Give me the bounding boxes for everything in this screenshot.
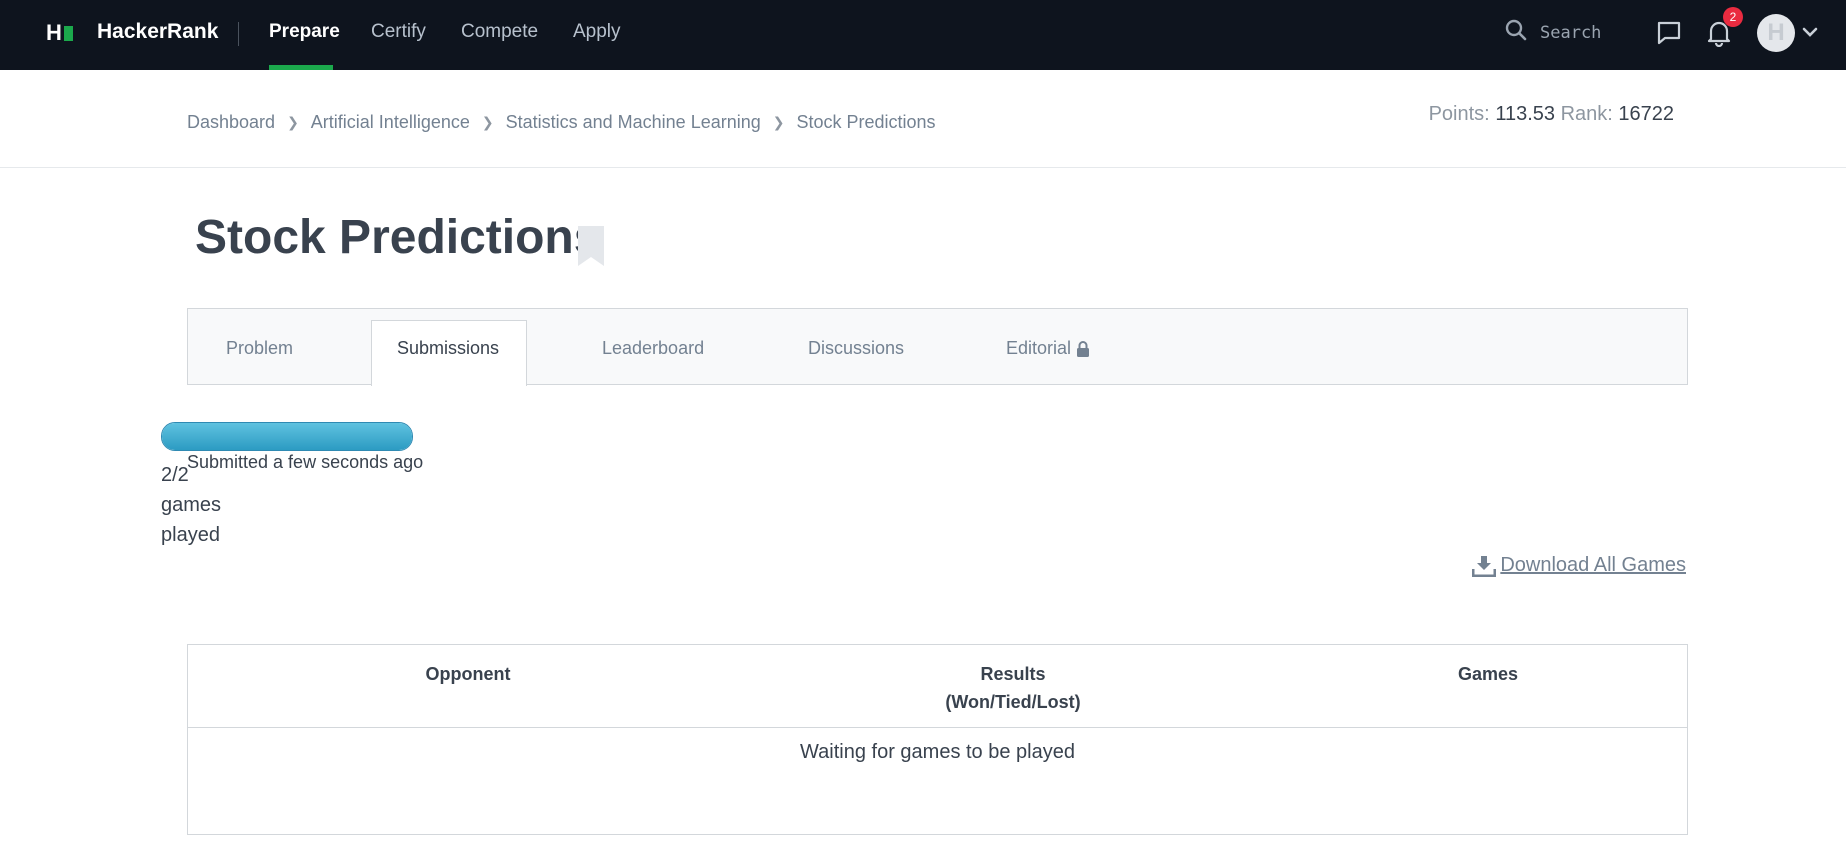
games-progress-bar bbox=[161, 422, 413, 451]
search-box[interactable] bbox=[1504, 18, 1652, 47]
breadcrumb-statistics-ml[interactable]: Statistics and Machine Learning bbox=[506, 112, 761, 133]
lock-icon bbox=[1076, 340, 1090, 357]
tab-submissions[interactable]: Submissions bbox=[397, 338, 499, 359]
column-header-results-label: Results bbox=[980, 664, 1046, 684]
nav-item-certify[interactable]: Certify bbox=[371, 21, 426, 43]
page-title: Stock Predictions bbox=[195, 211, 601, 264]
nav-divider bbox=[238, 22, 239, 46]
chevron-right-icon: ❯ bbox=[481, 114, 494, 130]
brand-name[interactable]: HackerRank bbox=[97, 20, 218, 44]
avatar[interactable]: H bbox=[1757, 14, 1795, 52]
submitted-time: Submitted a few seconds ago bbox=[187, 452, 424, 472]
chevron-right-icon: ❯ bbox=[772, 114, 785, 130]
rank-label: Rank: bbox=[1560, 103, 1613, 125]
column-header-opponent: Opponent bbox=[425, 664, 511, 684]
column-header-results-subtitle: (Won/Tied/Lost) bbox=[945, 692, 1081, 712]
chevron-down-icon[interactable] bbox=[1802, 26, 1818, 44]
games-played-text: 2/2 games played bbox=[161, 464, 222, 546]
tab-discussions[interactable]: Discussions bbox=[808, 338, 904, 359]
download-icon bbox=[1472, 555, 1497, 577]
progress-fill bbox=[162, 423, 412, 450]
column-header-games: Games bbox=[1457, 664, 1519, 684]
nav-item-compete[interactable]: Compete bbox=[461, 21, 538, 43]
challenge-tabs: Problem Submissions Leaderboard Discussi… bbox=[187, 308, 1688, 386]
rank-value: 16722 bbox=[1618, 103, 1674, 125]
notification-badge: 2 bbox=[1723, 7, 1743, 27]
results-table-header: Opponent Results (Won/Tied/Lost) Games bbox=[188, 645, 1687, 728]
breadcrumb-current: Stock Predictions bbox=[796, 112, 936, 132]
bookmark-icon[interactable] bbox=[578, 226, 604, 271]
nav-item-apply[interactable]: Apply bbox=[573, 21, 621, 43]
tab-editorial-label: Editorial bbox=[1006, 338, 1072, 358]
hackerrank-logo[interactable]: H bbox=[46, 20, 73, 46]
breadcrumb-bar: Dashboard ❯ Artificial Intelligence ❯ St… bbox=[0, 70, 1846, 168]
breadcrumb-dashboard[interactable]: Dashboard bbox=[187, 112, 275, 133]
search-icon[interactable] bbox=[1504, 18, 1528, 47]
top-navbar: H HackerRank Prepare Certify Compete App… bbox=[0, 0, 1846, 70]
download-label: Download All Games bbox=[1500, 554, 1686, 576]
tab-problem[interactable]: Problem bbox=[226, 338, 293, 359]
tab-editorial[interactable]: Editorial bbox=[1006, 338, 1090, 359]
download-all-games-link[interactable]: Download All Games bbox=[1472, 554, 1686, 577]
logo-mark-icon: H bbox=[46, 20, 73, 46]
chevron-right-icon: ❯ bbox=[287, 114, 299, 130]
breadcrumb: Dashboard ❯ Artificial Intelligence ❯ St… bbox=[187, 112, 936, 133]
nav-item-prepare[interactable]: Prepare bbox=[269, 21, 340, 43]
tab-leaderboard[interactable]: Leaderboard bbox=[602, 338, 704, 359]
user-stats: Points: 113.53 Rank: 16722 bbox=[1429, 103, 1674, 126]
search-input[interactable] bbox=[1538, 21, 1652, 44]
results-table: Opponent Results (Won/Tied/Lost) Games W… bbox=[187, 644, 1688, 835]
column-header-results: Results (Won/Tied/Lost) bbox=[888, 660, 1138, 716]
breadcrumb-artificial-intelligence[interactable]: Artificial Intelligence bbox=[311, 112, 470, 133]
chat-icon[interactable] bbox=[1656, 20, 1682, 51]
points-value: 113.53 bbox=[1495, 103, 1555, 125]
points-label: Points: bbox=[1428, 103, 1490, 125]
empty-results-message: Waiting for games to be played bbox=[800, 741, 1075, 763]
